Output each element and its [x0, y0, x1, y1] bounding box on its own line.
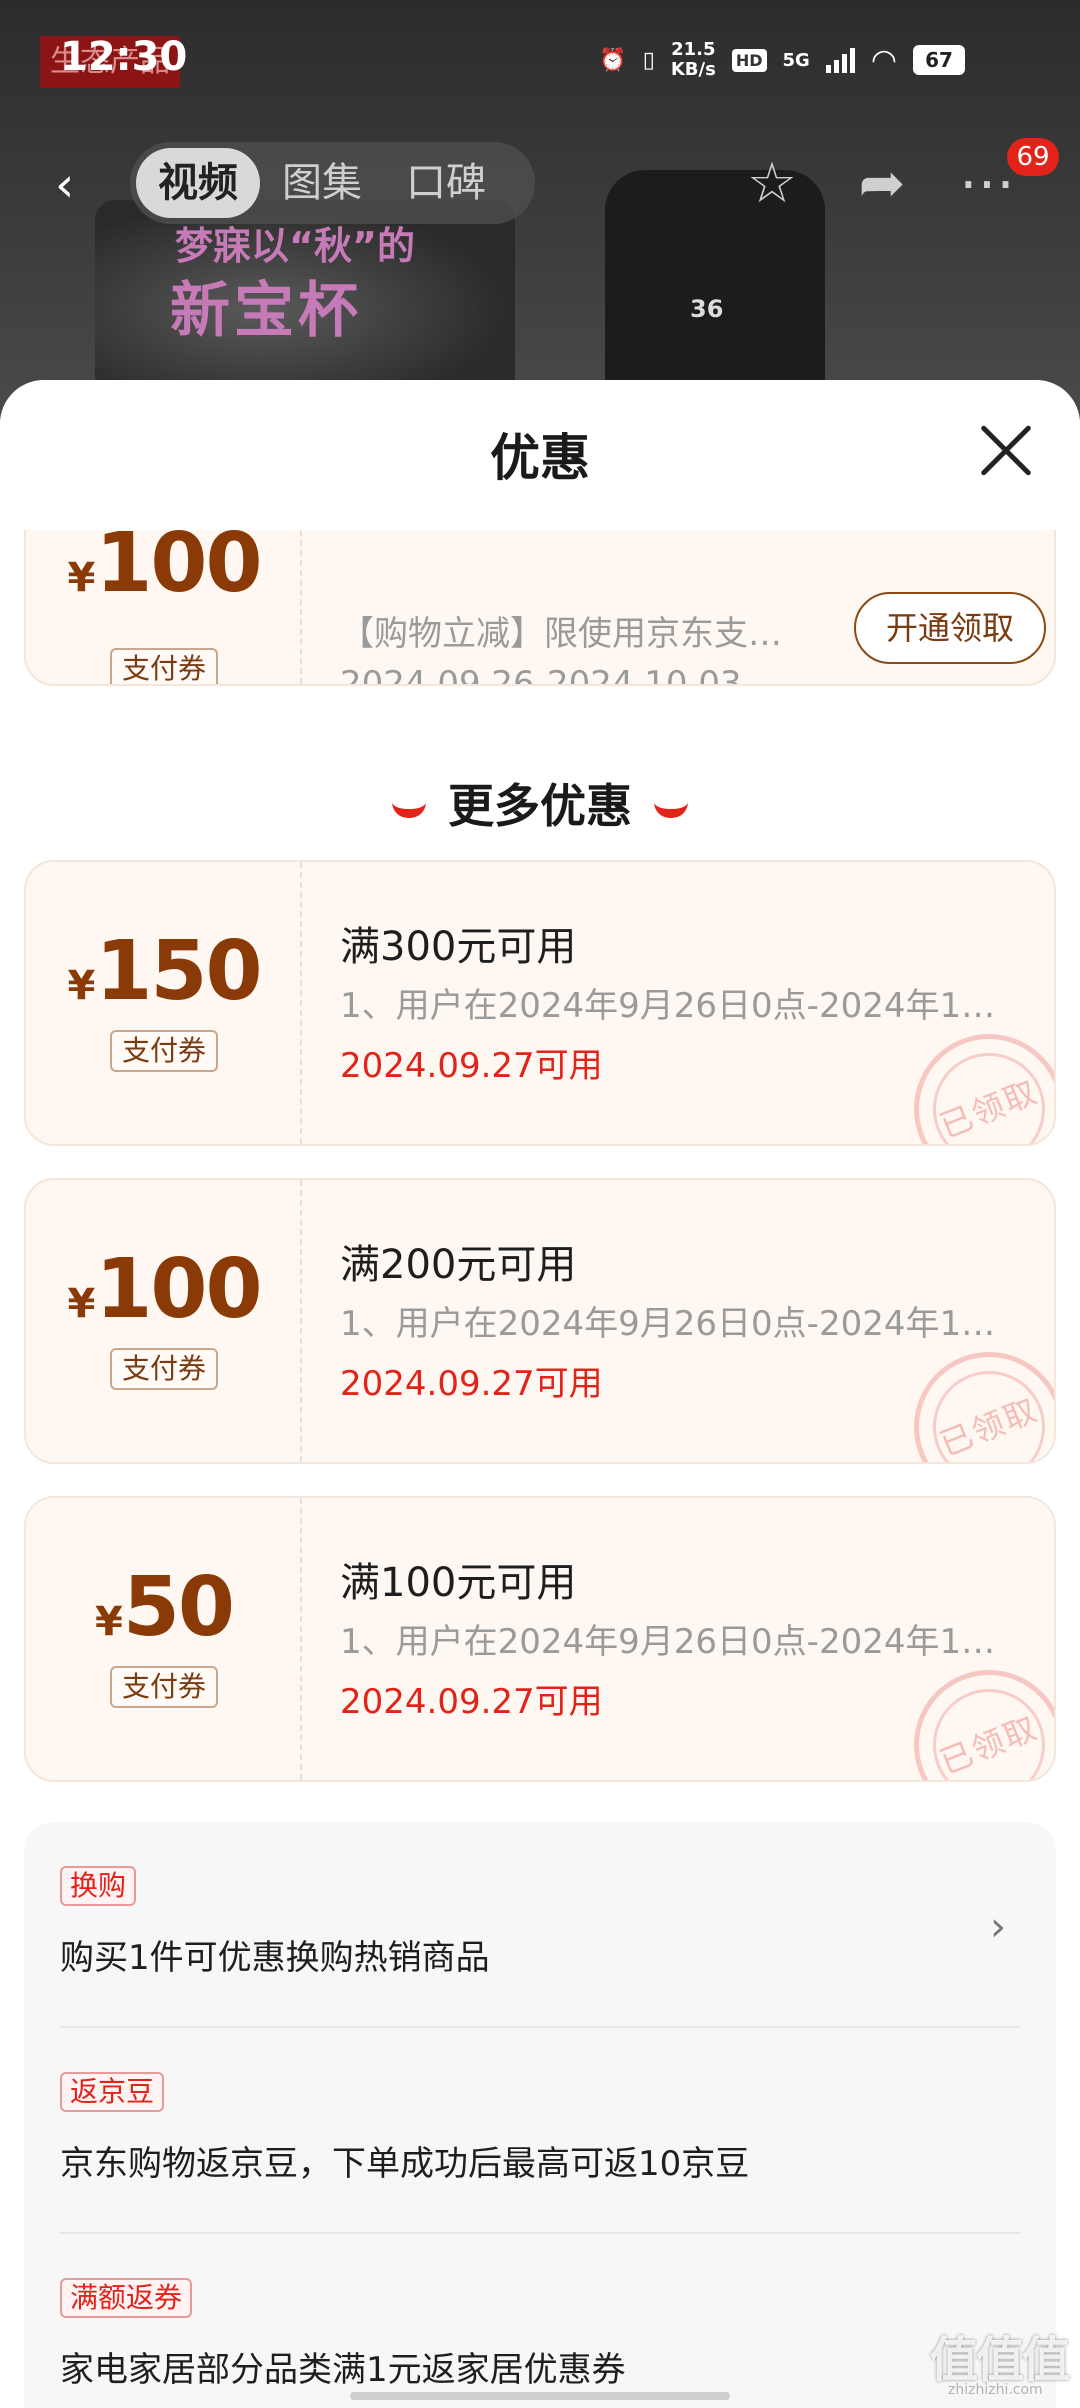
coupon-card[interactable]: ¥150 支付券 满300元可用 1、用户在2024年9月26日0点-2024年…	[24, 860, 1056, 1146]
tab-reviews[interactable]: 口碑	[384, 148, 508, 218]
promotion-tag: 满额返券	[60, 2278, 193, 2318]
coupon-type-badge: 支付券	[110, 1030, 218, 1072]
coupon-amount: ¥150	[26, 924, 302, 1019]
currency-symbol: ¥	[67, 1281, 96, 1327]
currency-symbol: ¥	[67, 555, 96, 601]
promotion-text: 购买1件可优惠换购热销商品	[60, 1938, 490, 1978]
coupon-card[interactable]: ¥100 支付券 满200元可用 1、用户在2024年9月26日0点-2024年…	[24, 1178, 1056, 1464]
watermark-logo: 值值值	[930, 2332, 1070, 2388]
claimed-stamp-text: 已领取	[916, 1354, 1054, 1462]
promotion-item-jingdou[interactable]: 返京豆 京东购物返京豆，下单成功后最高可返10京豆	[60, 2072, 1020, 2185]
currency-symbol: ¥	[67, 963, 96, 1009]
coupon-type-badge: 支付券	[110, 1348, 218, 1390]
back-icon[interactable]: ‹	[55, 160, 95, 210]
claimed-stamp-text: 已领取	[916, 1672, 1054, 1780]
battery-icon: 67	[913, 45, 965, 75]
coupon-amount: ¥50	[26, 1560, 302, 1655]
net-speed-value: 21.5	[671, 39, 716, 60]
message-count-badge: 69	[1007, 138, 1059, 176]
discount-sheet: 优惠 ¥100 支付券 【购物立减】限使用京东支… 2024.09.26-202…	[0, 380, 1080, 2408]
home-indicator[interactable]	[350, 2392, 730, 2400]
coupon-card[interactable]: ¥50 支付券 满100元可用 1、用户在2024年9月26日0点-2024年1…	[24, 1496, 1056, 1782]
top-nav: ‹ 视频 图集 口碑 ☆ ➦ ⋯ 69	[0, 138, 1080, 230]
smile-icon-right	[654, 802, 688, 818]
coupon-amount-section: ¥50 支付券	[26, 1498, 302, 1780]
activate-claim-button[interactable]: 开通领取	[854, 592, 1046, 664]
promotion-text: 家电家居部分品类满1元返家居优惠券	[60, 2350, 626, 2390]
wifi-icon: ◠	[870, 42, 897, 78]
chevron-right-icon[interactable]: ›	[990, 1904, 1006, 1950]
coupon-threshold: 满100元可用	[340, 1560, 577, 1606]
coupon-description: 1、用户在2024年9月26日0点-2024年1…	[340, 1304, 996, 1344]
coupon-amount-section: ¥150 支付券	[26, 862, 302, 1144]
coupon-type-badge: 支付券	[110, 648, 218, 684]
promotion-tag: 返京豆	[60, 2072, 165, 2112]
coupon-available-date: 2024.09.27可用	[340, 1046, 603, 1086]
more-discounts-label: 更多优惠	[448, 779, 632, 833]
coupon-value: 100	[95, 1242, 262, 1337]
alarm-icon: ⏰	[599, 47, 627, 73]
coupon-amount: ¥100	[26, 1242, 302, 1337]
promotion-item-coupon-return[interactable]: 满额返券 家电家居部分品类满1元返家居优惠券	[60, 2278, 1020, 2391]
promotion-text: 京东购物返京豆，下单成功后最高可返10京豆	[60, 2144, 750, 2184]
divider	[60, 2232, 1020, 2234]
coupon-threshold: 满200元可用	[340, 1242, 577, 1288]
promotion-item-trade-up[interactable]: 换购 购买1件可优惠换购热销商品	[60, 1866, 1020, 1979]
claimed-stamp-icon: 已领取	[891, 1011, 1054, 1144]
coupon-available-date: 2024.09.27可用	[340, 1682, 603, 1722]
net-speed-unit: KB/s	[670, 59, 716, 80]
artwork-text-line2: 新宝杯	[170, 276, 362, 346]
coupon-description: 1、用户在2024年9月26日0点-2024年1…	[340, 986, 996, 1026]
coupon-description: 1、用户在2024年9月26日0点-2024年1…	[340, 1622, 996, 1662]
share-icon[interactable]: ➦	[850, 152, 914, 216]
network-type: 5G	[782, 49, 810, 71]
claimed-stamp-icon: 已领取	[891, 1329, 1054, 1462]
watermark-url: zhizhizhi.com	[948, 2382, 1043, 2398]
coupon-available-date: 2024.09.27可用	[340, 1364, 603, 1404]
signal-icon	[825, 47, 855, 73]
vibrate-icon: ▯	[642, 47, 655, 73]
status-time: 12:30	[60, 34, 188, 80]
network-speed: 21.5 KB/s	[671, 40, 716, 80]
sheet-title: 优惠	[490, 429, 590, 487]
status-icons: ⏰ ▯ 21.5 KB/s HD 5G ◠ 67	[599, 40, 965, 80]
promotions-list: 换购 购买1件可优惠换购热销商品 › 返京豆 京东购物返京豆，下单成功后最高可返…	[24, 1822, 1056, 2408]
tab-gallery[interactable]: 图集	[260, 148, 384, 218]
claimed-stamp-icon: 已领取	[891, 1647, 1054, 1780]
divider	[60, 2026, 1020, 2028]
coupon-threshold: 满300元可用	[340, 924, 577, 970]
coupon-description: 【购物立减】限使用京东支…	[340, 614, 782, 654]
status-bar: 12:30 ⏰ ▯ 21.5 KB/s HD 5G ◠ 67	[0, 0, 1080, 120]
coupon-value: 100	[95, 516, 262, 611]
coupon-amount: ¥100	[26, 516, 302, 611]
coupon-validity: 2024.09.26-2024.10.03	[340, 664, 742, 686]
currency-symbol: ¥	[95, 1599, 123, 1645]
smile-icon-left	[392, 802, 426, 818]
claimed-stamp-text: 已领取	[916, 1036, 1054, 1144]
close-icon[interactable]	[976, 420, 1036, 480]
coupon-value: 150	[95, 924, 262, 1019]
sheet-header: 优惠	[0, 380, 1080, 530]
more-discounts-heading: 更多优惠	[0, 770, 1080, 836]
tab-video[interactable]: 视频	[136, 148, 260, 218]
cup-label: 36	[690, 295, 724, 323]
coupon-type-badge: 支付券	[110, 1666, 218, 1708]
promotion-tag: 换购	[60, 1866, 137, 1906]
coupon-amount-section: ¥100 支付券	[26, 1180, 302, 1462]
media-tabs: 视频 图集 口碑	[130, 142, 535, 224]
coupon-value: 50	[122, 1560, 235, 1655]
hd-icon: HD	[731, 48, 767, 72]
star-icon[interactable]: ☆	[740, 152, 804, 216]
